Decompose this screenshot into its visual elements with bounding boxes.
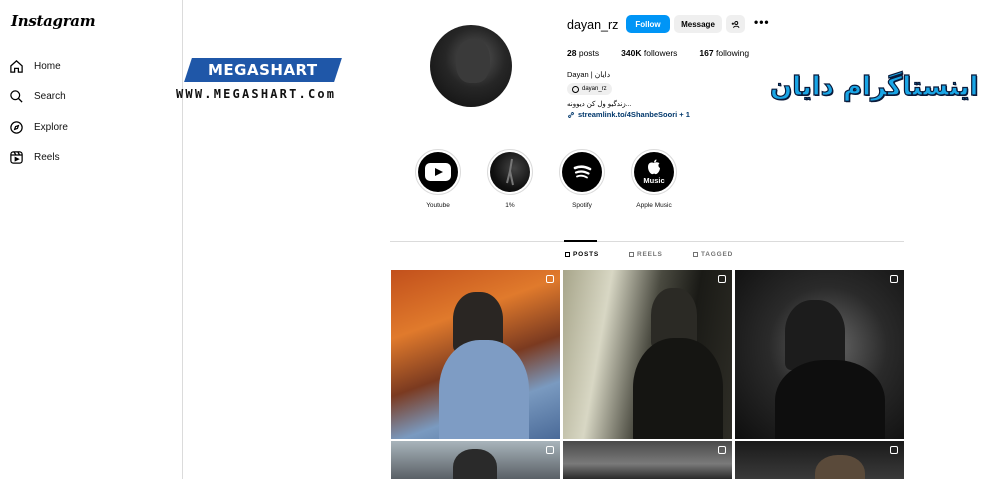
profile-link-text: streamlink.to/4ShanbeSoori + 1 [578, 110, 690, 119]
megashart-brand: MEGASHART [208, 61, 318, 79]
sidebar-item-search[interactable]: Search [9, 85, 66, 107]
profile-full-name: Dayan | دایان [567, 70, 611, 79]
grid-icon [565, 252, 570, 257]
megashart-url: WWW.MEGASHART.Com [176, 87, 337, 101]
sidebar-item-reels[interactable]: Reels [9, 146, 60, 168]
reel-icon [890, 446, 898, 454]
highlight-label: Spotify [572, 202, 592, 209]
sidebar-item-label: Explore [34, 121, 68, 133]
carousel-icon [546, 275, 554, 283]
post-tile[interactable] [391, 270, 560, 439]
profile-username: dayan_rz [567, 18, 619, 32]
post-tile[interactable] [391, 441, 560, 479]
reel-icon [718, 275, 726, 283]
sidebar-item-label: Reels [34, 151, 60, 163]
search-icon [10, 89, 23, 103]
compass-icon [10, 120, 23, 134]
instagram-logo[interactable]: Instagram [11, 12, 96, 30]
profile-avatar[interactable] [430, 25, 512, 107]
tab-active-indicator [564, 240, 597, 242]
reel-icon [890, 275, 898, 283]
highlight-label: 1% [505, 202, 515, 209]
highlight-1-percent[interactable]: 1% [486, 149, 534, 209]
post-tile[interactable] [735, 441, 904, 479]
reels-icon [629, 252, 634, 257]
youtube-icon [425, 163, 451, 181]
megashart-logo: MEGASHART [184, 58, 342, 82]
sidebar: Instagram Home Search Explore Reels [0, 0, 183, 479]
add-user-button[interactable] [726, 15, 745, 33]
post-tile[interactable] [563, 441, 732, 479]
tab-reels[interactable]: REELS [629, 251, 663, 258]
follow-button[interactable]: Follow [626, 15, 670, 33]
message-button[interactable]: Message [674, 15, 722, 33]
add-user-icon [731, 20, 740, 28]
sidebar-item-label: Search [34, 90, 66, 102]
sidebar-item-label: Home [34, 60, 61, 72]
profile-bio: زندگیو ول کن دیوونه... [567, 101, 632, 108]
figure-icon [506, 158, 514, 186]
spotify-icon [569, 159, 595, 185]
more-options-icon[interactable]: ••• [754, 15, 770, 29]
apple-music-icon [648, 159, 660, 175]
tab-label: REELS [637, 251, 663, 258]
link-icon [568, 111, 574, 118]
highlight-label: Youtube [426, 202, 450, 209]
reel-icon [718, 446, 726, 454]
sidebar-item-home[interactable]: Home [9, 55, 61, 77]
tab-tagged[interactable]: TAGGED [693, 251, 733, 258]
tagged-icon [693, 252, 698, 257]
threads-icon [572, 85, 579, 93]
profile-link[interactable]: streamlink.to/4ShanbeSoori + 1 [567, 110, 690, 119]
threads-badge[interactable]: dayan_rz [567, 83, 612, 95]
sidebar-item-explore[interactable]: Explore [9, 116, 68, 138]
followers-stat[interactable]: 340K followers [621, 48, 677, 58]
tabs-divider [390, 241, 904, 242]
home-icon [10, 59, 23, 73]
tab-posts[interactable]: POSTS [565, 251, 599, 258]
persian-title: اینستاگرام دایان [769, 71, 979, 102]
apple-music-text: Music [643, 176, 665, 185]
reels-icon [10, 150, 23, 164]
highlight-spotify[interactable]: Spotify [558, 149, 606, 209]
highlight-label: Apple Music [636, 202, 672, 209]
tab-label: TAGGED [701, 251, 734, 258]
reel-icon [546, 446, 554, 454]
threads-handle: dayan_rz [582, 86, 607, 92]
post-tile[interactable] [563, 270, 732, 439]
post-tile[interactable] [735, 270, 904, 439]
tab-label: POSTS [573, 251, 600, 258]
following-stat[interactable]: 167 following [699, 48, 749, 58]
highlight-youtube[interactable]: Youtube [414, 149, 462, 209]
posts-stat: 28 posts [567, 48, 600, 58]
highlight-apple-music[interactable]: Music Apple Music [630, 149, 678, 209]
profile-stats: 28 posts 340K followers 167 following [567, 48, 749, 58]
